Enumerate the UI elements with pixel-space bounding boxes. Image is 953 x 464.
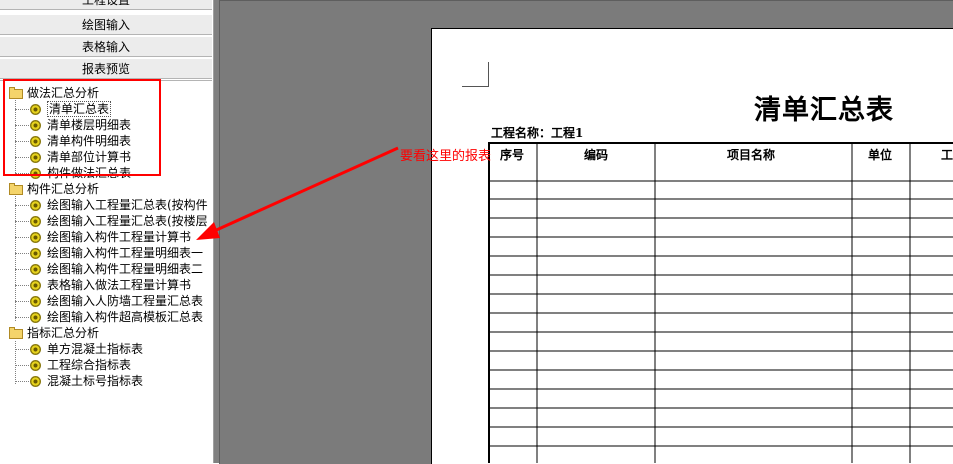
annotation-arrow [196,146,399,240]
annotation-text: 要看这里的报表 [400,149,492,164]
